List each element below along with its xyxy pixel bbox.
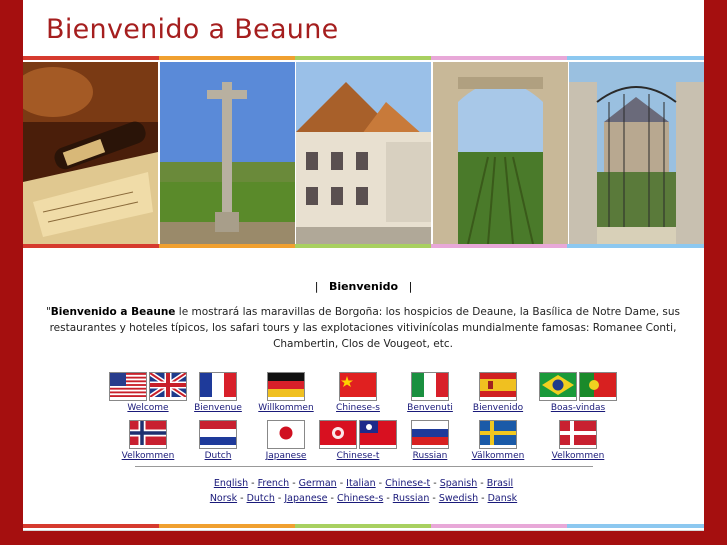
hongkong-flag-icon[interactable] — [319, 420, 357, 449]
language-link[interactable]: Bienvenido — [453, 403, 543, 413]
link-separator: - — [289, 478, 299, 489]
china-flag-icon[interactable] — [339, 372, 377, 401]
germany-flag-icon[interactable] — [267, 372, 305, 401]
stone-cross-photo — [160, 62, 295, 244]
language-text-link[interactable]: Spanish — [440, 478, 478, 489]
page-container: Bienvenido a Beaune | Bienvenido | "Bien… — [23, 0, 704, 531]
italy-flag-icon[interactable] — [411, 372, 449, 401]
language-text-link[interactable]: Dansk — [488, 493, 518, 504]
link-separator: - — [248, 478, 258, 489]
montrachet-gate-photo — [433, 62, 568, 244]
link-separator: - — [237, 493, 247, 504]
language-item-6[interactable]: Boas-vindas — [533, 372, 623, 413]
color-stripe-blue-mid — [567, 244, 704, 248]
link-separator: - — [430, 478, 440, 489]
language-text-link[interactable]: Chinese-s — [337, 493, 383, 504]
color-stripe-green-bottom — [295, 524, 431, 528]
color-stripe-green-top — [295, 56, 431, 60]
language-link[interactable]: Boas-vindas — [533, 403, 623, 413]
color-stripe-blue-bottom — [567, 524, 704, 528]
link-separator: - — [429, 493, 439, 504]
color-stripe-red-top — [23, 56, 159, 60]
language-text-link[interactable]: Italian — [346, 478, 375, 489]
france-flag-icon[interactable] — [199, 372, 237, 401]
language-item-6[interactable]: Velkommen — [533, 420, 623, 461]
language-text-link[interactable]: German — [299, 478, 337, 489]
language-text-link[interactable]: Chinese-t — [385, 478, 430, 489]
chateau-gate-photo — [569, 62, 704, 244]
nav-item-bienvenido[interactable]: Bienvenido — [329, 280, 398, 293]
page-title: Bienvenido a Beaune — [46, 14, 339, 45]
nav-separator: | — [408, 280, 413, 293]
netherlands-flag-icon[interactable] — [199, 420, 237, 449]
language-item-5[interactable]: Bienvenido — [453, 372, 543, 413]
intro-paragraph: "Bienvenido a Beaune le mostrará las mar… — [38, 304, 688, 352]
color-stripe-red-bottom — [23, 524, 159, 528]
spain-flag-icon[interactable] — [479, 372, 517, 401]
color-stripe-red-mid — [23, 244, 159, 248]
wine-bottle-photo — [23, 62, 158, 244]
language-text-link[interactable]: English — [214, 478, 248, 489]
divider — [135, 466, 593, 467]
us-flag-icon[interactable] — [109, 372, 147, 401]
language-link[interactable]: Välkommen — [453, 451, 543, 461]
color-stripe-blue-top — [567, 56, 704, 60]
link-separator: - — [375, 478, 386, 489]
brazil-flag-icon[interactable] — [539, 372, 577, 401]
russia-flag-icon[interactable] — [411, 420, 449, 449]
color-stripe-orange-top — [159, 56, 295, 60]
color-stripe-green-mid — [295, 244, 431, 248]
color-stripe-pink-bottom — [431, 524, 567, 528]
language-text-link[interactable]: Swedish — [439, 493, 478, 504]
denmark-flag-icon[interactable] — [559, 420, 597, 449]
language-text-link[interactable]: Dutch — [247, 493, 275, 504]
intro-bold: Bienvenido a Beaune — [50, 306, 176, 318]
language-text-link[interactable]: Japanese — [284, 493, 327, 504]
language-link[interactable]: Velkommen — [533, 451, 623, 461]
hospices-photo — [296, 62, 431, 244]
language-item-5[interactable]: Välkommen — [453, 420, 543, 461]
language-links-line-1: English - French - German - Italian - Ch… — [23, 478, 704, 489]
color-stripe-pink-top — [431, 56, 567, 60]
link-separator: - — [477, 478, 487, 489]
color-stripe-pink-mid — [431, 244, 567, 248]
color-stripe-orange-bottom — [159, 524, 295, 528]
link-separator: - — [478, 493, 488, 504]
language-text-link[interactable]: Norsk — [210, 493, 237, 504]
portugal-flag-icon[interactable] — [579, 372, 617, 401]
language-text-link[interactable]: Brasil — [487, 478, 513, 489]
link-separator: - — [383, 493, 393, 504]
language-text-link[interactable]: French — [258, 478, 290, 489]
nav-bar: | Bienvenido | — [23, 280, 704, 293]
link-separator: - — [336, 478, 347, 489]
link-separator: - — [274, 493, 285, 504]
norway-flag-icon[interactable] — [129, 420, 167, 449]
language-text-link[interactable]: Russian — [393, 493, 430, 504]
nav-separator: | — [314, 280, 319, 293]
link-separator: - — [327, 493, 337, 504]
sweden-flag-icon[interactable] — [479, 420, 517, 449]
japan-flag-icon[interactable] — [267, 420, 305, 449]
color-stripe-orange-mid — [159, 244, 295, 248]
language-links-line-2: Norsk - Dutch - Japanese - Chinese-s - R… — [23, 493, 704, 504]
